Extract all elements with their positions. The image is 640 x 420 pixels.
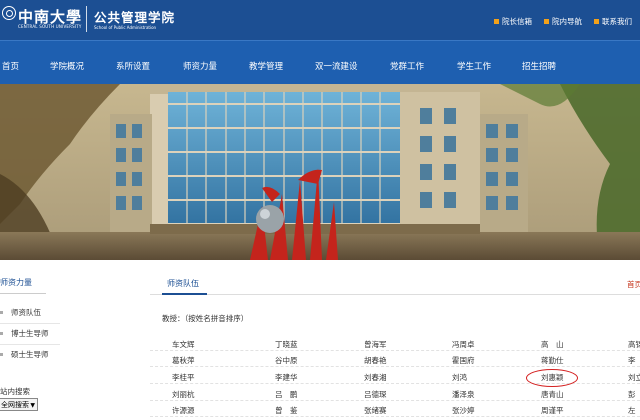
row-divider — [150, 416, 640, 417]
faculty-name-link[interactable]: 高锦 — [628, 339, 640, 350]
faculty-name-link[interactable]: 车文辉 — [172, 339, 195, 350]
faculty-name-link[interactable]: 左 — [628, 405, 636, 416]
highlight-circle — [526, 369, 578, 387]
nav-item-departments[interactable]: 系所设置 — [116, 60, 150, 72]
site-header: 中南大學 CENTRAL SOUTH UNIVERSITY 公共管理学院 Sch… — [0, 0, 640, 40]
sidebar-separator — [0, 344, 60, 345]
chevron-down-icon: ▼ — [30, 402, 35, 409]
bullet-icon — [0, 332, 3, 335]
faculty-name-link[interactable]: 李桂平 — [172, 372, 195, 383]
faculty-name-link[interactable]: 胡春艳 — [364, 355, 387, 366]
nav-item-admissions[interactable]: 招生招聘 — [522, 60, 556, 72]
faculty-name-link[interactable]: 谷中原 — [275, 355, 298, 366]
tab-divider — [150, 294, 640, 295]
professor-group-title: 教授：（按姓名拼音排序） — [162, 314, 249, 323]
university-name-en: CENTRAL SOUTH UNIVERSITY — [18, 24, 82, 29]
sidebar-item-faculty-team[interactable]: 师资队伍 — [0, 306, 60, 320]
row-divider — [150, 366, 640, 367]
tab-faculty-team[interactable]: 师资队伍 — [167, 278, 199, 289]
faculty-name-link[interactable]: 刘春湘 — [364, 372, 387, 383]
row-divider — [150, 350, 640, 351]
faculty-name-link[interactable]: 高 山 — [541, 339, 564, 350]
contact-us-link[interactable]: 联系我们 — [594, 16, 632, 27]
site-search-label: 站内搜索 — [0, 387, 30, 396]
tab-active-underline — [162, 293, 207, 295]
nav-item-double-first-class[interactable]: 双一流建设 — [315, 60, 358, 72]
sidebar-item-phd-supervisors[interactable]: 博士生导师 — [0, 327, 60, 341]
nav-item-party-work[interactable]: 党群工作 — [390, 60, 424, 72]
faculty-name-link[interactable]: 潘泽泉 — [452, 389, 475, 400]
faculty-name-link[interactable]: 李 — [628, 355, 640, 366]
faculty-name-link[interactable]: 张沙婷 — [452, 405, 475, 416]
faculty-name-link[interactable]: 周谨平 — [541, 405, 564, 416]
bullet-icon — [0, 311, 3, 314]
school-name-en: School of Public Administration — [94, 25, 157, 30]
dean-mailbox-link[interactable]: 院长信箱 — [494, 16, 532, 27]
sidebar-title: 师资力量 — [0, 278, 32, 287]
faculty-name-link[interactable]: 曾海军 — [364, 339, 387, 350]
faculty-name-link[interactable]: 丁晓蓝 — [275, 339, 298, 350]
row-divider — [150, 400, 640, 401]
nav-item-faculty[interactable]: 师资力量 — [183, 60, 217, 72]
square-bullet-icon — [544, 19, 549, 24]
faculty-name-link[interactable]: 冯周卓 — [452, 339, 475, 350]
school-name[interactable]: 公共管理学院 — [94, 7, 175, 26]
faculty-name-link[interactable]: 吕 鹏 — [275, 389, 298, 400]
site-navigation-link[interactable]: 院内导航 — [544, 16, 582, 27]
faculty-name-link[interactable]: 蒋勤仕 — [541, 355, 564, 366]
faculty-name-link[interactable]: 张绪赛 — [364, 405, 387, 416]
faculty-name-link[interactable]: 吕德琛 — [364, 389, 387, 400]
faculty-name-link[interactable]: 刘鸿 — [452, 372, 467, 383]
main-nav: 首页 学院概况 系所设置 师资力量 教学管理 双一流建设 党群工作 学生工作 招… — [0, 40, 640, 84]
bullet-icon — [0, 353, 3, 356]
sidebar-item-master-supervisors[interactable]: 硕士生导师 — [0, 348, 60, 362]
faculty-name-link[interactable]: 葛秋萍 — [172, 355, 195, 366]
nav-item-student-work[interactable]: 学生工作 — [457, 60, 491, 72]
faculty-name-link[interactable]: 霍国府 — [452, 355, 475, 366]
nav-item-teaching[interactable]: 教学管理 — [249, 60, 283, 72]
faculty-name-link[interactable]: 曾 鉴 — [275, 405, 298, 416]
university-logo-icon[interactable] — [2, 6, 16, 20]
square-bullet-icon — [494, 19, 499, 24]
nav-item-home[interactable]: 首页 — [2, 60, 19, 72]
faculty-name-link[interactable]: 许源源 — [172, 405, 195, 416]
sidebar-separator — [0, 323, 60, 324]
nav-item-about[interactable]: 学院概况 — [50, 60, 84, 72]
faculty-name-link[interactable]: 李建华 — [275, 372, 298, 383]
square-bullet-icon — [594, 19, 599, 24]
faculty-name-link[interactable]: 彭 — [628, 389, 636, 400]
faculty-name-link[interactable]: 唐青山 — [541, 389, 564, 400]
search-scope-select[interactable]: 全网搜索 ▼ — [0, 398, 38, 411]
top-links: 院长信箱 院内导航 联系我们 — [494, 16, 632, 27]
faculty-name-link[interactable]: 刘立 — [628, 372, 640, 383]
breadcrumb-home[interactable]: 首页 — [627, 279, 640, 290]
sidebar-divider — [0, 293, 46, 294]
logo-divider — [86, 6, 87, 32]
banner-image — [0, 84, 640, 260]
faculty-name-link[interactable]: 刘丽杭 — [172, 389, 195, 400]
